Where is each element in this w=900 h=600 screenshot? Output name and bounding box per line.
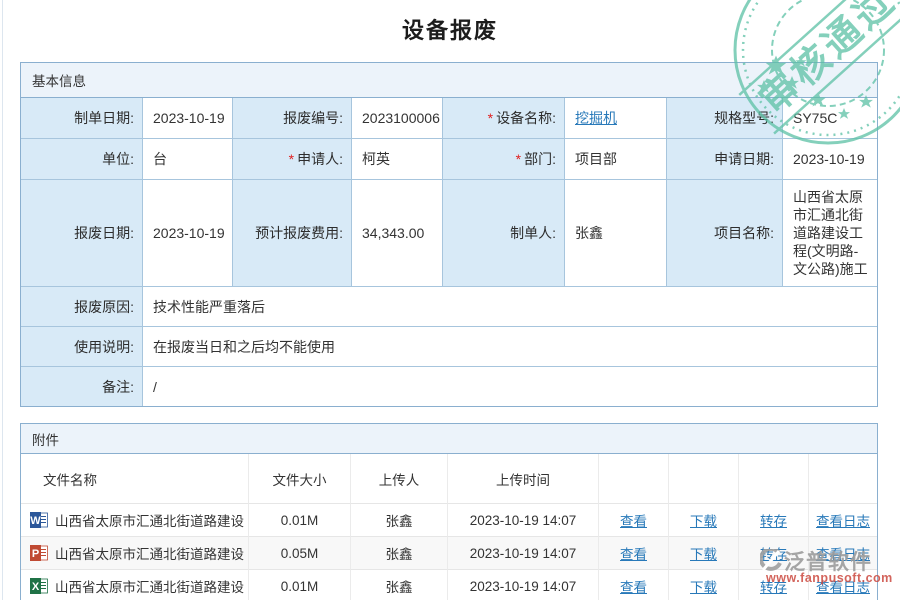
download-link[interactable]: 下载 [690,576,717,596]
svg-text:W: W [30,515,41,527]
field-value-apply-date: 2023-10-19 [783,139,877,180]
attachment-row-uploader: 张鑫 [351,570,448,600]
field-value-usage-note: 在报废当日和之后均不能使用 [143,327,877,367]
basic-info-section-title: 基本信息 [32,70,86,90]
svg-text:X: X [32,581,40,593]
attachment-row-actions: 查看 [599,504,669,537]
view-log-link[interactable]: 查看日志 [816,510,870,530]
field-label-department: *部门: [443,139,565,180]
field-label-remark: 备注: [21,367,143,406]
device-name-link[interactable]: 挖掘机 [575,109,617,127]
field-label-create-date: 制单日期: [21,98,143,139]
page: 设备报废 基本信息 制单日期: 2023-10-19 报废编号: 2023100… [0,0,900,600]
field-value-unit: 台 [143,139,233,180]
attachment-row-upload-time: 2023-10-19 14:07 [448,504,599,537]
transfer-link[interactable]: 转存 [760,576,787,596]
field-label-applicant: *申请人: [233,139,352,180]
field-label-spec-model: 规格型号: [667,98,783,139]
field-label-scrap-reason: 报废原因: [21,287,143,327]
field-value-remark: / [143,367,877,406]
field-label-apply-date: 申请日期: [667,139,783,180]
view-link[interactable]: 查看 [620,510,647,530]
field-label-device-name: *设备名称: [443,98,565,139]
field-label-scrap-date: 报废日期: [21,180,143,287]
column-header-file-name: 文件名称 [21,454,249,504]
transfer-link[interactable]: 转存 [760,543,787,563]
download-link[interactable]: 下载 [690,543,717,563]
attachment-row-actions: 查看 [599,537,669,570]
field-label-usage-note: 使用说明: [21,327,143,367]
view-log-link[interactable]: 查看日志 [816,543,870,563]
column-header-file-size: 文件大小 [249,454,351,504]
field-value-scrap-cost: 34,343.00 [352,180,443,287]
field-label-scrap-no: 报废编号: [233,98,352,139]
excel-file-icon: X [30,578,48,594]
field-label-unit: 单位: [21,139,143,180]
attachment-row-actions: 下载 [669,570,739,600]
field-value-applicant: 柯英 [352,139,443,180]
required-marker: * [289,151,294,167]
attachment-row-actions: 转存 [739,504,809,537]
attachment-row-uploader: 张鑫 [351,537,448,570]
attachment-row-actions: 查看日志 [809,570,877,600]
attachment-row-file-size: 0.05M [249,537,351,570]
attachment-row-actions: 下载 [669,504,739,537]
column-header-action-log [809,454,877,504]
attachments-section-header: 附件 [21,424,877,454]
transfer-link[interactable]: 转存 [760,510,787,530]
attachment-row-file-name: W 山西省太原市汇通北街道路建设 [21,504,249,537]
attachment-row-file-name: P 山西省太原市汇通北街道路建设 [21,537,249,570]
column-header-action-view [599,454,669,504]
field-value-scrap-no: 2023100006 [352,98,443,139]
view-link[interactable]: 查看 [620,543,647,563]
attachment-row-actions: 转存 [739,537,809,570]
attachments-section-title: 附件 [32,429,59,449]
word-file-icon: W [30,512,48,528]
view-link[interactable]: 查看 [620,576,647,596]
view-log-link[interactable]: 查看日志 [816,576,870,596]
basic-info-section-header: 基本信息 [21,63,877,98]
required-marker: * [516,151,521,167]
field-value-department: 项目部 [565,139,667,180]
field-value-creator: 张鑫 [565,180,667,287]
svg-text:P: P [32,548,39,560]
attachment-row-file-size: 0.01M [249,570,351,600]
attachment-row-file-size: 0.01M [249,504,351,537]
attachment-row-upload-time: 2023-10-19 14:07 [448,537,599,570]
column-header-upload-time: 上传时间 [448,454,599,504]
field-value-create-date: 2023-10-19 [143,98,233,139]
attachment-row-uploader: 张鑫 [351,504,448,537]
field-value-spec-model: SY75C [783,98,877,139]
attachments-table: 文件名称 文件大小 上传人 上传时间 W 山西省太原市汇通北街道路建设 0.01… [21,454,877,600]
page-title: 设备报废 [0,13,900,45]
column-header-action-download [669,454,739,504]
download-link[interactable]: 下载 [690,510,717,530]
powerpoint-file-icon: P [30,545,48,561]
attachment-row-file-name: X 山西省太原市汇通北街道路建设 [21,570,249,600]
field-label-project-name: 项目名称: [667,180,783,287]
attachment-row-actions: 查看日志 [809,537,877,570]
attachment-row-actions: 查看日志 [809,504,877,537]
basic-info-grid: 制单日期: 2023-10-19 报废编号: 2023100006 *设备名称:… [21,98,877,406]
attachment-row-actions: 转存 [739,570,809,600]
field-label-creator: 制单人: [443,180,565,287]
field-value-device-name: 挖掘机 [565,98,667,139]
field-value-scrap-date: 2023-10-19 [143,180,233,287]
field-value-project-name: 山西省太原市汇通北街道路建设工程(文明路-文公路)施工 [783,180,877,287]
attachment-row-upload-time: 2023-10-19 14:07 [448,570,599,600]
column-header-action-transfer [739,454,809,504]
attachment-row-actions: 下载 [669,537,739,570]
required-marker: * [488,110,493,126]
column-header-uploader: 上传人 [351,454,448,504]
attachments-panel: 附件 文件名称 文件大小 上传人 上传时间 W 山西省太原市汇通北街道路建设 [20,423,878,600]
field-label-scrap-cost: 预计报废费用: [233,180,352,287]
basic-info-panel: 基本信息 制单日期: 2023-10-19 报废编号: 2023100006 *… [20,62,878,407]
field-value-scrap-reason: 技术性能严重落后 [143,287,877,327]
attachment-row-actions: 查看 [599,570,669,600]
